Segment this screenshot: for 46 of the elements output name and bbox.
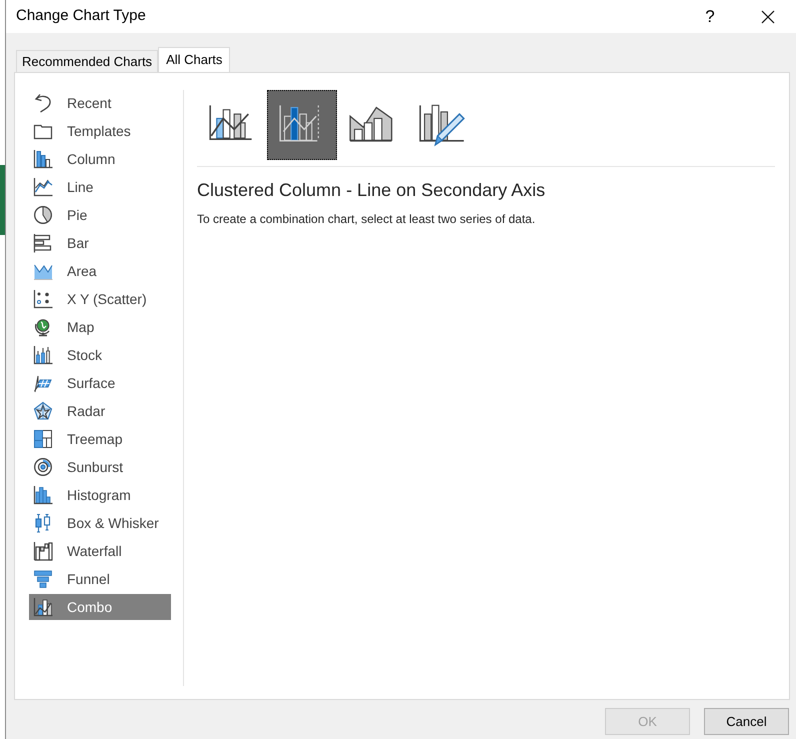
surface-chart-icon	[33, 373, 53, 393]
pie-chart-icon	[33, 205, 53, 225]
close-icon	[761, 10, 775, 24]
box-whisker-icon	[33, 513, 53, 533]
chart-type-item[interactable]: Pie	[29, 202, 171, 228]
chart-type-item[interactable]: Stock	[29, 342, 171, 368]
sunburst-icon	[33, 457, 53, 477]
column-chart-icon	[33, 149, 53, 169]
chart-type-item[interactable]: Histogram	[29, 482, 171, 508]
radar-chart-icon	[33, 401, 53, 421]
curved-arrow-icon	[33, 93, 53, 113]
combo-chart-icon	[33, 597, 53, 617]
chart-type-description: To create a combination chart, select at least two series of data.	[197, 211, 536, 228]
chart-type-item[interactable]: X Y (Scatter)	[29, 286, 171, 312]
funnel-icon	[33, 569, 53, 589]
chart-type-item[interactable]: Waterfall	[29, 538, 171, 564]
waterfall-chart-icon	[33, 541, 53, 561]
chart-type-item[interactable]: Sunburst	[29, 454, 171, 480]
chart-type-item[interactable]: Bar	[29, 230, 171, 256]
chart-type-item[interactable]: Column	[29, 146, 171, 172]
tab[interactable]: All Charts	[158, 47, 230, 72]
help-button[interactable]: ?	[690, 2, 730, 32]
chart-type-item[interactable]: Templates	[29, 118, 171, 144]
stock-chart-icon	[33, 345, 53, 365]
window-title: Change Chart Type	[16, 6, 146, 26]
chart-subtype-button[interactable]	[267, 90, 337, 160]
chart-type-item[interactable]: Area	[29, 258, 171, 284]
chart-type-item[interactable]: Combo	[29, 594, 171, 620]
chart-type-item[interactable]: Line	[29, 174, 171, 200]
chart-type-item[interactable]: Recent	[29, 90, 171, 116]
chart-type-title: Clustered Column - Line on Secondary Axis	[197, 179, 546, 202]
chart-type-item[interactable]: Surface	[29, 370, 171, 396]
chart-type-item[interactable]: Funnel	[29, 566, 171, 592]
chart-type-item[interactable]: Map	[29, 314, 171, 340]
tab[interactable]: Recommended Charts	[16, 50, 158, 72]
histogram-icon	[33, 485, 53, 505]
bar-chart-icon	[33, 233, 53, 253]
line-chart-icon	[33, 177, 53, 197]
treemap-icon	[33, 429, 53, 449]
chart-type-item[interactable]: Box & Whisker	[29, 510, 171, 536]
chart-type-item[interactable]: Treemap	[29, 426, 171, 452]
chart-type-item[interactable]: Radar	[29, 398, 171, 424]
column-chart-pencil-icon	[418, 103, 466, 147]
dialog-button[interactable]: Cancel	[704, 708, 789, 735]
ribbon-block	[0, 165, 5, 235]
scatter-chart-icon	[33, 289, 53, 309]
